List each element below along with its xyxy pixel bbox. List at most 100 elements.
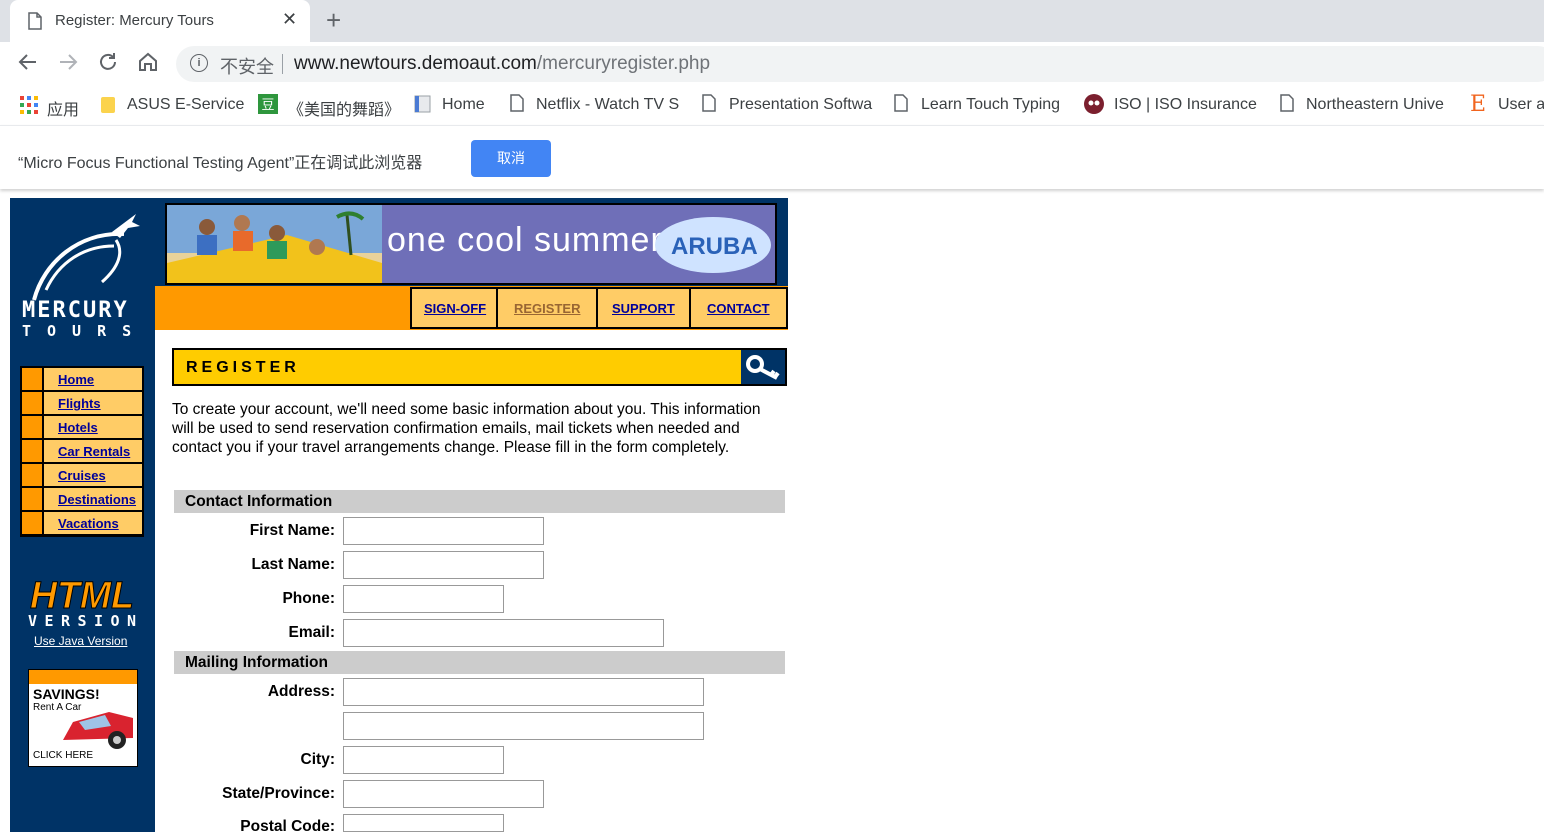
bookmark-apps[interactable]: 应用 (47, 96, 79, 120)
city-label: City: (300, 751, 335, 768)
red-car-icon (59, 704, 137, 755)
address-bar[interactable]: i 不安全 www.newtours.demoaut.com/mercuryre… (176, 46, 1544, 82)
nav-cell: Cruises (44, 464, 142, 486)
contact-information-section: Contact Information (174, 490, 785, 513)
sidebar-item-destinations[interactable]: Destinations (22, 488, 142, 510)
browser-toolbar: i 不安全 www.newtours.demoaut.com/mercuryre… (0, 42, 1544, 86)
nav-cell: Hotels (44, 416, 142, 438)
tab-register[interactable]: REGISTER (496, 287, 598, 329)
aruba-logo: ARUBA (655, 217, 771, 273)
nav-cell: Flights (44, 392, 142, 414)
sidebar-link-destinations[interactable]: Destinations (58, 492, 136, 507)
sidebar-item-home[interactable]: Home (22, 368, 142, 390)
left-sidebar: MERCURY TOURS Home Flights Hotels Car Re… (10, 198, 155, 832)
sidebar-item-cruises[interactable]: Cruises (22, 464, 142, 486)
mercury-logo-plane-icon (24, 212, 142, 307)
nav-bullet (22, 392, 42, 414)
address-line1-field[interactable] (343, 678, 704, 706)
state-province-label: State/Province: (222, 785, 335, 802)
folder-icon (100, 94, 118, 119)
key-icon (741, 350, 785, 384)
address-line2-field[interactable] (343, 712, 704, 740)
tab-strip: Register: Mercury Tours ✕ + (0, 0, 1544, 42)
douban-icon: 豆 (258, 94, 278, 119)
postal-code-label: Postal Code: (240, 818, 335, 835)
tab-sign-off[interactable]: SIGN-OFF (410, 287, 498, 329)
nav-bullet (22, 440, 42, 462)
page-icon (28, 12, 42, 35)
sidebar-link-home[interactable]: Home (58, 372, 94, 387)
support-link[interactable]: SUPPORT (612, 301, 675, 316)
bookmark-asus[interactable]: ASUS E-Service (127, 96, 244, 114)
aruba-banner-ad[interactable]: one cool summer ARUBA (165, 203, 777, 285)
phone-label: Phone: (282, 590, 335, 607)
email-field[interactable] (343, 619, 664, 647)
logo-tours: TOURS (22, 322, 148, 340)
page-title: REGISTER (186, 359, 300, 376)
sign-off-link[interactable]: SIGN-OFF (424, 301, 486, 316)
register-link[interactable]: REGISTER (514, 301, 580, 316)
sidebar-link-flights[interactable]: Flights (58, 396, 101, 411)
rent-a-car-ad[interactable]: SAVINGS! Rent A Car CLICK HERE (28, 669, 138, 767)
contact-link[interactable]: CONTACT (707, 301, 770, 316)
bookmark-netflix[interactable]: Netflix - Watch TV S (536, 96, 679, 114)
first-name-label: First Name: (249, 522, 335, 539)
bookmark-typing[interactable]: Learn Touch Typing (921, 96, 1060, 114)
sidebar-link-car-rentals[interactable]: Car Rentals (58, 444, 130, 459)
url-host: www.newtours.demoaut.com (294, 53, 537, 74)
html-version-logo: HTML VERSION (26, 570, 138, 635)
intro-text: To create your account, we'll need some … (172, 401, 761, 456)
page-icon (894, 94, 908, 117)
sidebar-link-hotels[interactable]: Hotels (58, 420, 98, 435)
nav-bullet (22, 368, 42, 390)
sidebar-item-car-rentals[interactable]: Car Rentals (22, 440, 142, 462)
sidebar-item-hotels[interactable]: Hotels (22, 416, 142, 438)
last-name-field[interactable] (343, 551, 544, 579)
last-name-label: Last Name: (251, 556, 335, 573)
page-icon (702, 94, 716, 117)
new-tab-button[interactable]: + (326, 6, 341, 34)
home-icon[interactable] (136, 50, 160, 81)
forward-arrow-icon[interactable] (56, 50, 80, 81)
nav-cell: Destinations (44, 488, 142, 510)
tab-title: Register: Mercury Tours (55, 12, 214, 29)
etsy-icon: E (1470, 92, 1487, 117)
sidebar-item-flights[interactable]: Flights (22, 392, 142, 414)
nav-bullet (22, 488, 42, 510)
browser-tab[interactable]: Register: Mercury Tours ✕ (10, 0, 310, 42)
ad-savings-text: SAVINGS! (33, 686, 100, 702)
use-java-version-link[interactable]: Use Java Version (34, 634, 127, 648)
nav-bullet (22, 512, 42, 534)
tab-support[interactable]: SUPPORT (596, 287, 691, 329)
phone-field[interactable] (343, 585, 504, 613)
postal-code-field[interactable] (343, 814, 504, 832)
sidebar-link-cruises[interactable]: Cruises (58, 468, 106, 483)
bookmark-user[interactable]: User a (1498, 96, 1544, 114)
tab-contact[interactable]: CONTACT (689, 287, 788, 329)
nav-bullet (22, 464, 42, 486)
info-icon[interactable]: i (190, 54, 208, 72)
ad-top-bar (29, 670, 137, 684)
beach-photo-icon (167, 205, 382, 283)
url-text[interactable]: www.newtours.demoaut.com/mercuryregister… (294, 53, 710, 75)
register-header: REGISTER (172, 348, 787, 386)
bookmark-home[interactable]: Home (442, 96, 485, 114)
sidebar-nav: Home Flights Hotels Car Rentals Cruises … (20, 366, 144, 537)
state-province-field[interactable] (343, 780, 544, 808)
first-name-field[interactable] (343, 517, 544, 545)
city-field[interactable] (343, 746, 504, 774)
sidebar-item-vacations[interactable]: Vacations (22, 512, 142, 534)
page-icon (414, 94, 432, 119)
bookmark-northeastern[interactable]: Northeastern Unive (1306, 96, 1444, 114)
nav-cell: Home (44, 368, 142, 390)
bookmark-douban[interactable]: 《美国的舞蹈》 (288, 96, 400, 120)
bookmark-iso[interactable]: ISO | ISO Insurance (1114, 96, 1257, 114)
reload-icon[interactable] (96, 50, 120, 81)
bookmark-presentation[interactable]: Presentation Softwa (729, 96, 872, 114)
sidebar-link-vacations[interactable]: Vacations (58, 516, 119, 531)
cancel-debugging-button[interactable]: 取消 (471, 140, 551, 177)
close-tab-icon[interactable]: ✕ (282, 9, 297, 30)
mailing-information-section: Mailing Information (174, 651, 785, 674)
apps-grid-icon (20, 96, 38, 119)
back-arrow-icon[interactable] (16, 50, 40, 81)
